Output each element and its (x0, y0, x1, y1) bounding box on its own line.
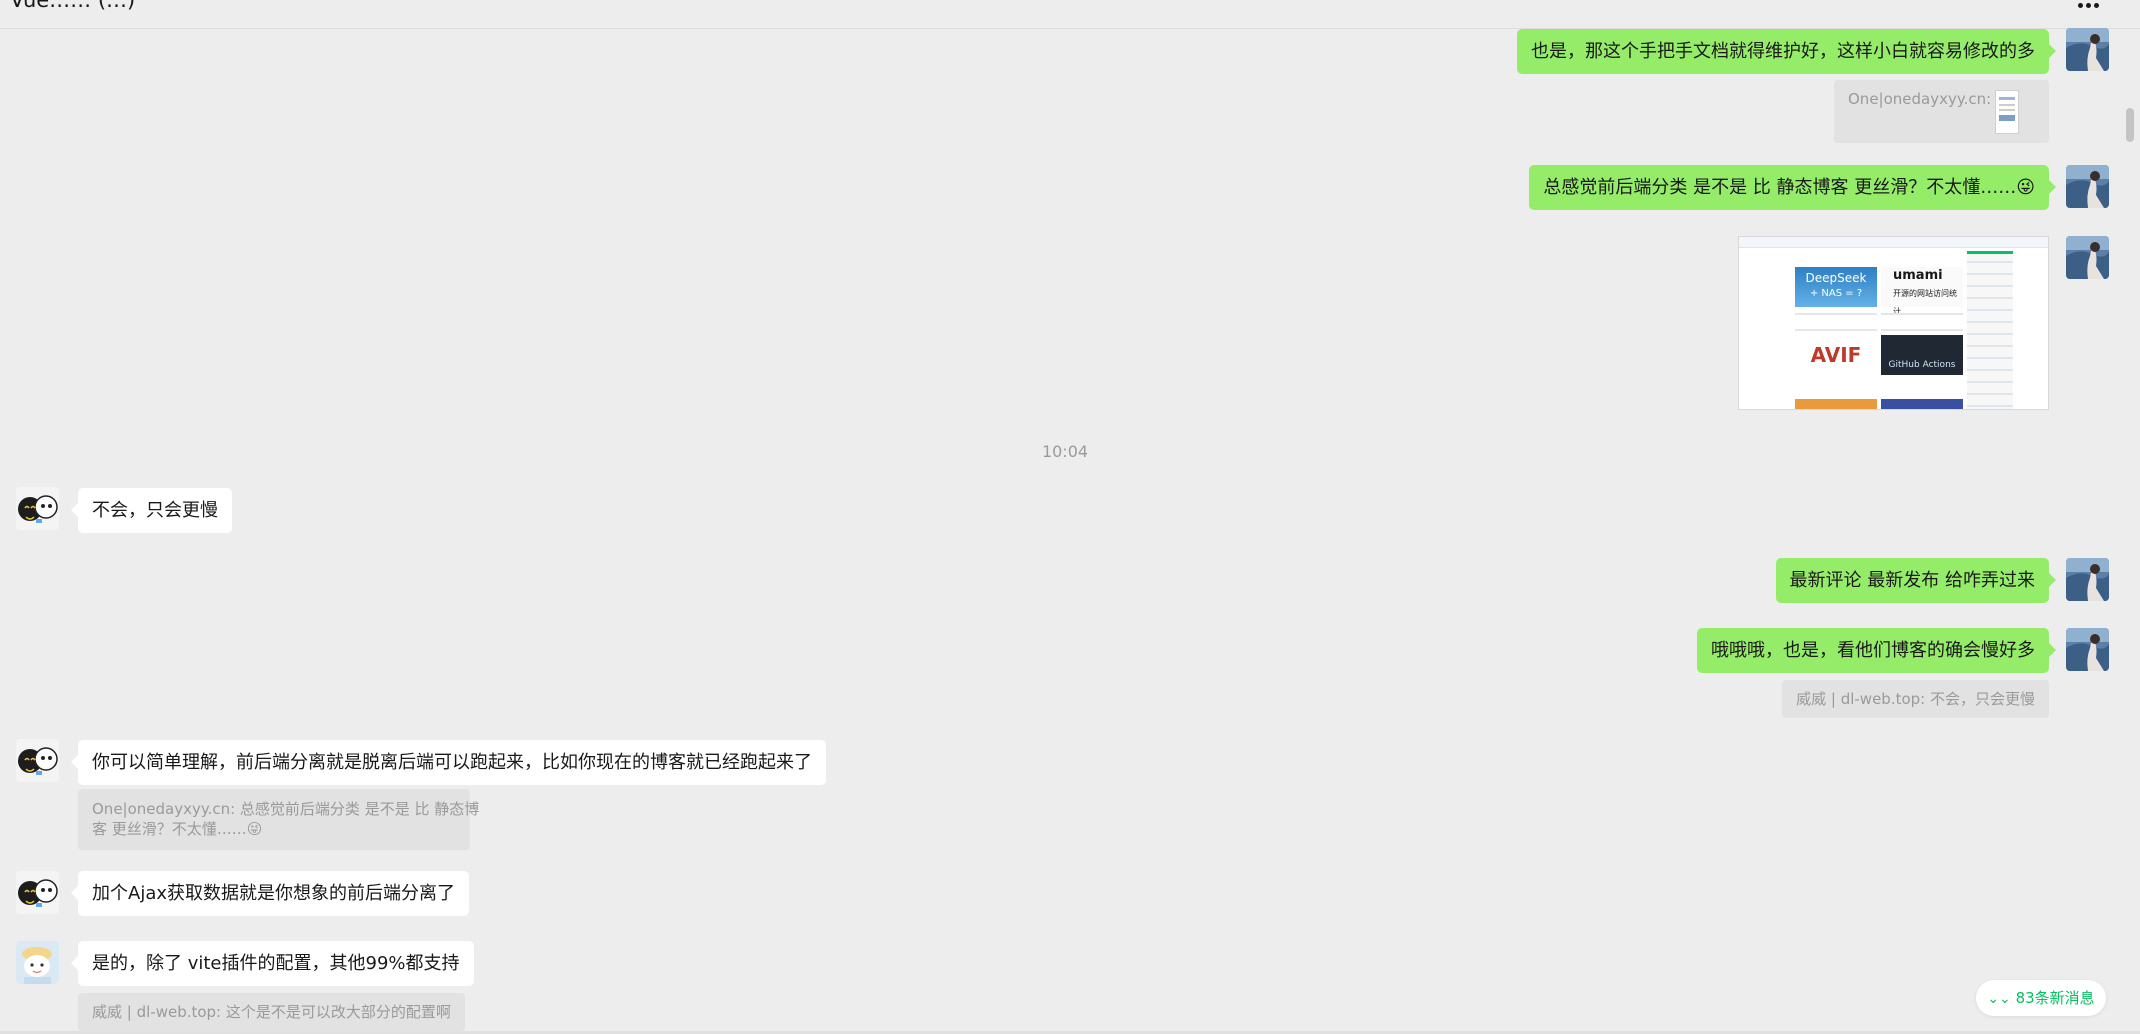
quoted-image-thumbnail[interactable] (1995, 90, 2019, 134)
message-bubble[interactable]: 总感觉前后端分类 是不是 比 静态博客 更丝滑？不太懂……😜 (1529, 165, 2056, 210)
image-message[interactable]: DeepSeek + NAS = ? umami 开源的网站访问统计 AVIF … (1738, 236, 2049, 410)
avatar[interactable] (16, 871, 59, 914)
avatar[interactable] (2066, 558, 2109, 601)
screenshot-sidebar (1967, 251, 2013, 409)
screenshot-bottom-card (1795, 399, 1877, 409)
screenshot-card-umami: umami 开源的网站访问统计 (1881, 267, 1963, 316)
avatar[interactable] (2066, 628, 2109, 671)
quoted-reply[interactable]: 威威 | dl-web.top: 这个是不是可以改大部分的配置啊 (78, 993, 465, 1031)
message-bubble[interactable]: 你可以简单理解，前后端分离就是脱离后端可以跑起来，比如你现在的博客就已经跑起来了 (71, 740, 826, 785)
quoted-reply[interactable]: 威威 | dl-web.top: 不会，只会更慢 (1782, 680, 2049, 718)
double-chevron-down-icon: ⌄⌄ (1987, 991, 2011, 1007)
screenshot-sidebar-accent (1967, 251, 2013, 254)
screenshot-card-deepseek: DeepSeek + NAS = ? (1795, 267, 1877, 307)
screenshot-card-avif: AVIF (1795, 335, 1877, 375)
message-bubble[interactable]: 加个Ajax获取数据就是你想象的前后端分离了 (71, 871, 469, 916)
message-bubble[interactable]: 不会，只会更慢 (71, 488, 232, 533)
card-title: DeepSeek (1805, 271, 1867, 285)
screenshot-card-github-actions: GitHub Actions (1881, 335, 1963, 375)
chat-title: Vue…… (…) (10, 0, 136, 12)
avatar[interactable] (16, 739, 59, 782)
screenshot-bottom-card (1881, 399, 1963, 409)
new-messages-button[interactable]: ⌄⌄ 83条新消息 (1976, 980, 2106, 1016)
quoted-reply-line: 客 更丝滑？不太懂……😜 (92, 820, 263, 838)
avatar[interactable] (2066, 236, 2109, 279)
avatar[interactable] (2066, 165, 2109, 208)
card-title: umami (1893, 268, 1943, 283)
card-title: AVIF (1810, 343, 1862, 367)
message-text: 总感觉前后端分类 是不是 比 静态博客 更丝滑？不太懂……😜 (1543, 177, 2035, 198)
card-title: GitHub Actions (1888, 360, 1956, 370)
avatar[interactable] (16, 941, 59, 984)
time-divider: 10:04 (1041, 442, 1089, 461)
message-bubble[interactable]: 是的，除了 vite插件的配置，其他99%都支持 (71, 941, 474, 986)
new-messages-label: 83条新消息 (2015, 989, 2095, 1007)
avatar[interactable] (16, 487, 59, 530)
screenshot-row-lines (1795, 313, 1877, 331)
quoted-reply-line: One|onedayxyy.cn: 总感觉前后端分类 是不是 比 静态博 (92, 800, 480, 818)
card-title: + NAS = ? (1809, 288, 1863, 299)
chat-header: Vue…… (…) (0, 0, 2140, 29)
scrollbar-thumb[interactable] (2126, 108, 2134, 142)
message-bubble[interactable]: 最新评论 最新发布 给咋弄过来 (1775, 558, 2057, 603)
quoted-reply-text: One|onedayxyy.cn: (1848, 90, 1992, 108)
screenshot-topbar (1739, 237, 2048, 248)
message-bubble[interactable]: 哦哦哦，也是，看他们博客的确会慢好多 (1697, 628, 2056, 673)
quoted-reply[interactable]: One|onedayxyy.cn: (1834, 80, 2049, 143)
more-horizontal-icon[interactable] (2076, 0, 2102, 10)
screenshot-row-lines (1881, 313, 1963, 331)
quoted-reply[interactable]: One|onedayxyy.cn: 总感觉前后端分类 是不是 比 静态博 客 更… (78, 789, 480, 850)
message-bubble[interactable]: 也是，那这个手把手文档就得维护好，这样小白就容易修改的多 (1517, 29, 2056, 74)
avatar[interactable] (2066, 28, 2109, 71)
